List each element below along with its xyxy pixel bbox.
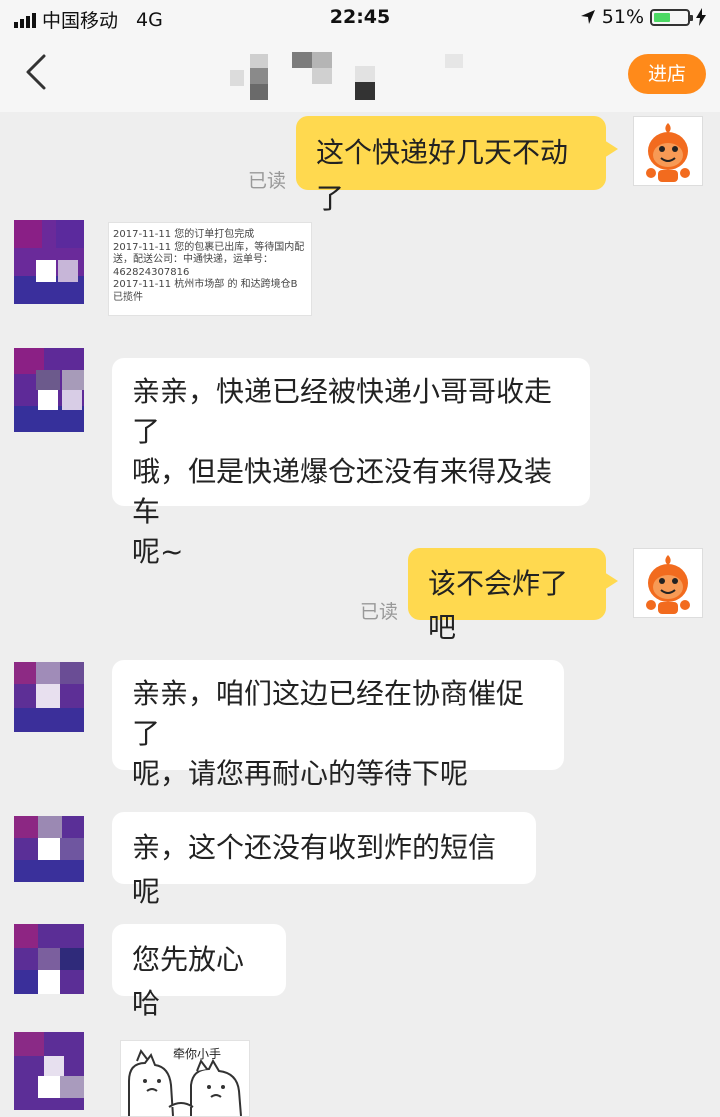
card-line: 2017-11-11 您的订单打包完成 xyxy=(113,229,255,240)
meme-sticker[interactable]: 牵你小手 xyxy=(120,1040,250,1117)
orange-mascot-icon xyxy=(646,555,690,614)
status-bar: 中国移动 4G 22:45 51% xyxy=(0,0,720,36)
chat-header: 进店 xyxy=(0,36,720,112)
message-line: 亲亲，快递已经被快递小哥哥收走了 xyxy=(132,375,553,448)
shop-avatar[interactable] xyxy=(14,1032,84,1116)
shop-avatar[interactable] xyxy=(14,924,84,1008)
card-line: 送，配送公司：中通快递，运单号： xyxy=(113,254,273,265)
back-button[interactable] xyxy=(18,50,58,94)
chevron-left-icon xyxy=(26,54,46,90)
my-avatar[interactable] xyxy=(633,116,703,186)
battery-icon xyxy=(650,8,693,26)
orange-mascot-icon xyxy=(646,123,690,182)
message-line: 哦，但是快递爆仓还没有来得及装车 xyxy=(132,455,553,528)
message-line: 亲亲，咱们这边已经在协商催促了 xyxy=(132,677,525,750)
shop-avatar[interactable] xyxy=(14,662,84,746)
two-cats-holding-hands-icon xyxy=(128,1048,242,1116)
order-tracking-card[interactable]: 2017-11-11 您的订单打包完成 2017-11-11 您的包裹已出库，等… xyxy=(108,222,312,316)
shop-avatar[interactable] xyxy=(14,348,84,432)
my-avatar[interactable] xyxy=(633,548,703,618)
my-message-bubble[interactable]: 这个快递好几天不动了 xyxy=(296,116,618,215)
pixelated-shop-title xyxy=(230,50,470,100)
read-receipt: 已读 xyxy=(248,170,287,192)
charging-bolt-icon xyxy=(696,8,706,26)
card-line: 2017-11-11 您的包裹已出库，等待国内配 xyxy=(113,241,305,253)
read-receipt: 已读 xyxy=(360,601,399,623)
status-right: 51% xyxy=(580,6,706,28)
card-line: 462824307816 xyxy=(113,266,190,278)
my-message-bubble[interactable]: 该不会炸了吧 xyxy=(408,548,618,644)
card-line: 2017-11-11 杭州市场部 的 和达跨境仓B xyxy=(113,279,298,290)
card-line: 已揽件 xyxy=(113,291,143,303)
shop-message-bubble[interactable]: 亲亲，咱们这边已经在协商催促了 呢，请您再耐心的等待下呢 xyxy=(112,660,564,790)
message-line: 呢，请您再耐心的等待下呢 xyxy=(132,757,469,790)
shop-message-bubble[interactable]: 亲，这个还没有收到炸的短信呢 xyxy=(112,812,536,908)
shop-avatar[interactable] xyxy=(14,816,84,900)
shop-message-bubble[interactable]: 您先放心哈 xyxy=(112,924,286,1020)
battery-percent: 51% xyxy=(601,6,644,28)
shop-message-bubble[interactable]: 亲亲，快递已经被快递小哥哥收走了 哦，但是快递爆仓还没有来得及装车 呢~ xyxy=(112,358,590,568)
enter-shop-button[interactable]: 进店 xyxy=(628,54,706,94)
shop-avatar[interactable] xyxy=(14,220,84,304)
location-arrow-icon xyxy=(580,10,595,24)
